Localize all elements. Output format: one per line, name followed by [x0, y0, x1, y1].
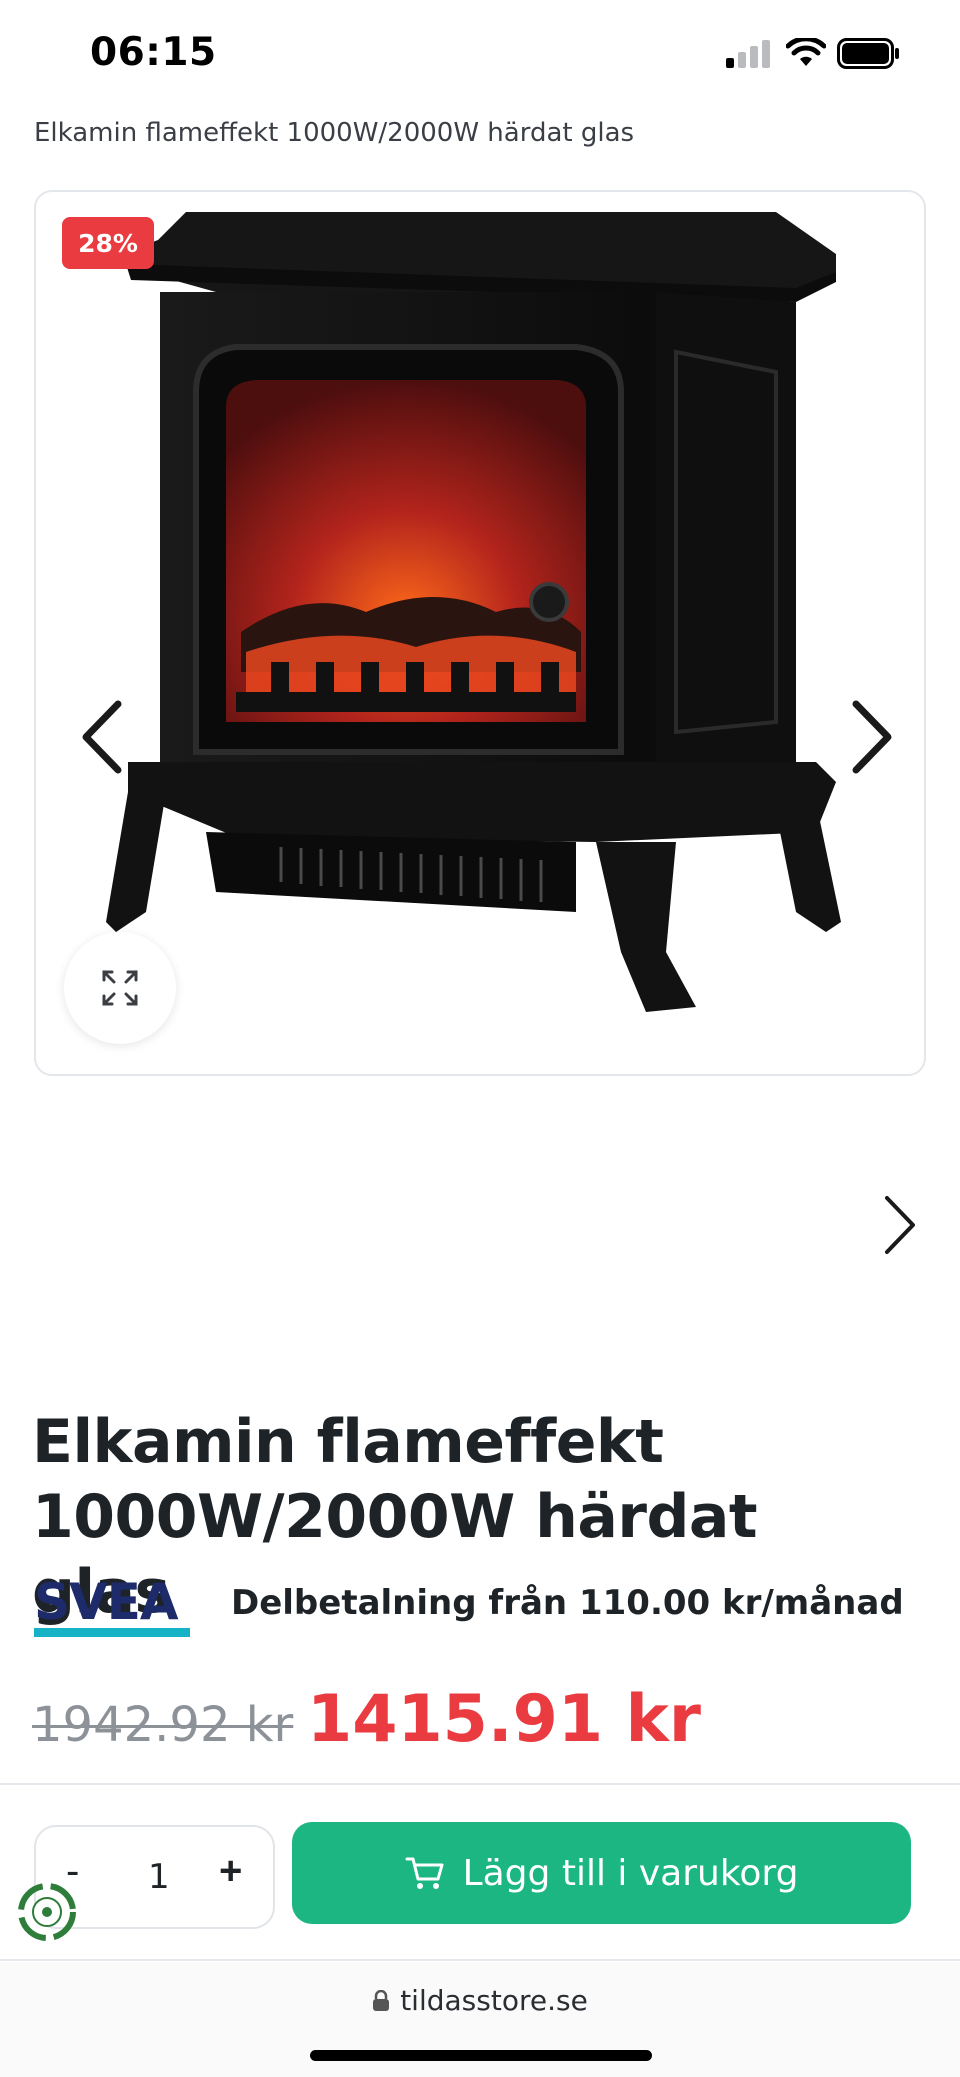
wifi-icon — [786, 38, 826, 66]
old-price: 1942.92 kr — [32, 1697, 294, 1753]
cart-icon — [405, 1857, 444, 1889]
quantity-increase-button[interactable]: + — [219, 1849, 242, 1894]
add-to-cart-label: Lägg till i varukorg — [462, 1852, 799, 1894]
purchase-bar: - 1 + Lägg till i varukorg — [0, 1783, 960, 1961]
quantity-value[interactable]: 1 — [148, 1857, 170, 1897]
expand-icon — [102, 970, 138, 1006]
thumbnail-next-icon[interactable] — [875, 1192, 925, 1258]
product-image[interactable] — [36, 192, 926, 1076]
recycle-icon[interactable] — [16, 1881, 78, 1943]
url-text: tildasstore.se — [400, 1984, 588, 2017]
installment-text: Delbetalning från 110.00 kr/månad — [231, 1583, 904, 1623]
product-gallery: 28% — [34, 190, 926, 1076]
home-indicator[interactable] — [310, 2050, 652, 2061]
chevron-right-icon[interactable] — [836, 692, 906, 782]
breadcrumb[interactable]: Elkamin flameffekt 1000W/2000W härdat gl… — [34, 118, 634, 148]
url-field[interactable]: tildasstore.se — [0, 1984, 960, 2017]
svea-logo: SVEA — [34, 1575, 190, 1637]
lock-icon — [373, 1989, 390, 2011]
expand-button[interactable] — [64, 932, 176, 1044]
add-to-cart-button[interactable]: Lägg till i varukorg — [292, 1822, 911, 1924]
status-bar: 06:15 — [0, 0, 960, 95]
chevron-left-icon[interactable] — [68, 692, 138, 782]
sale-price: 1415.91 kr — [307, 1682, 701, 1757]
battery-icon — [837, 38, 899, 69]
svg-text:SVEA: SVEA — [34, 1575, 179, 1631]
signal-icon — [726, 40, 770, 68]
discount-badge: 28% — [62, 217, 154, 269]
browser-address-bar: tildasstore.se — [0, 1962, 960, 2077]
status-time: 06:15 — [90, 30, 217, 75]
